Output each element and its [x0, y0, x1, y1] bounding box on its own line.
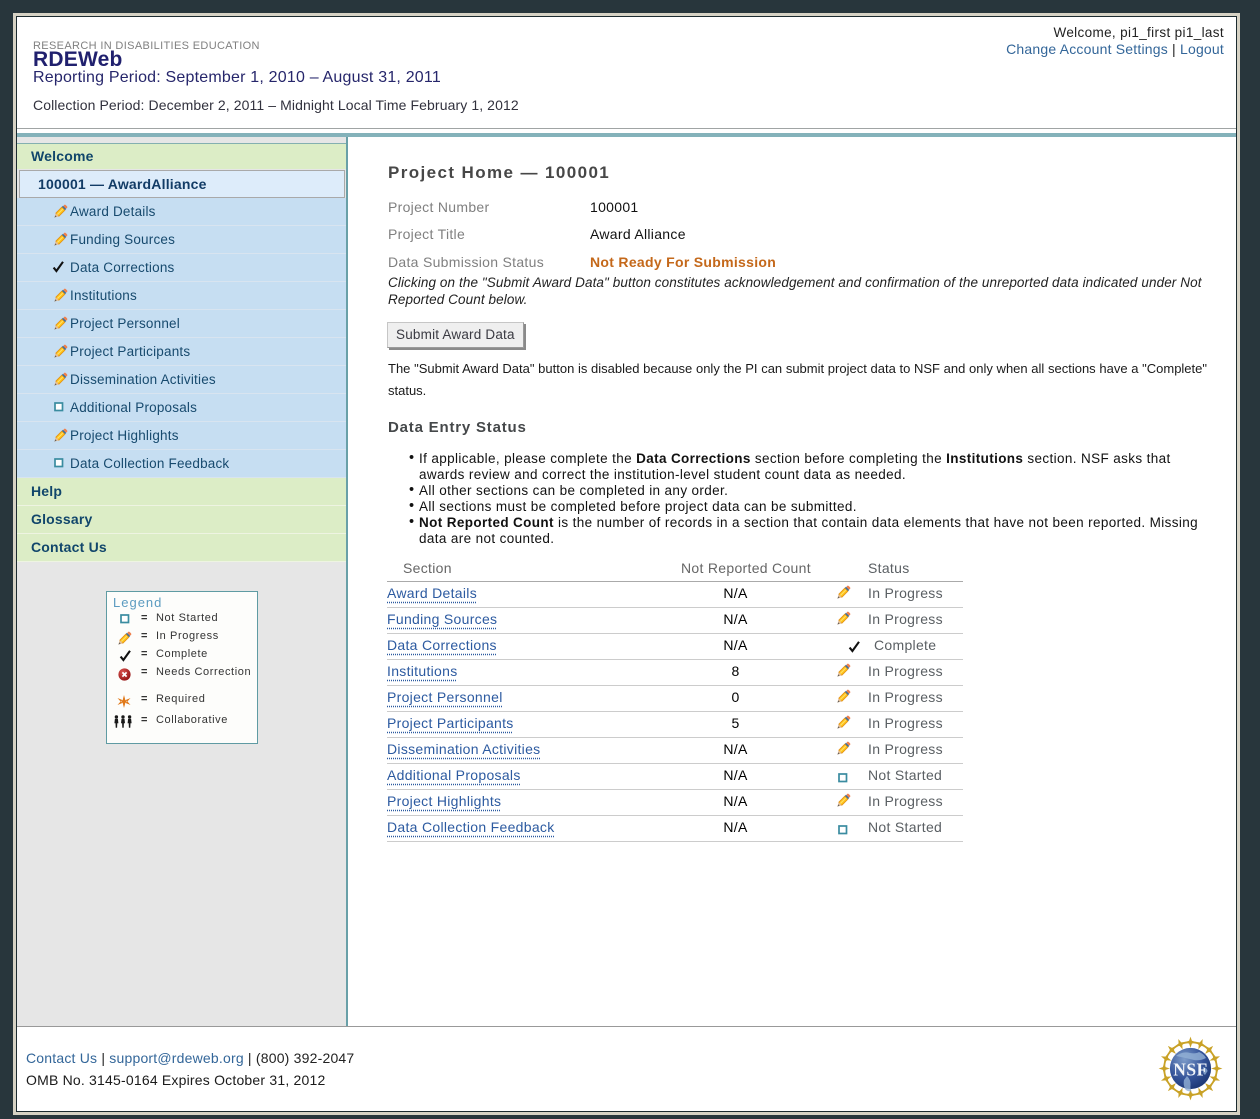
- svg-text:NSF: NSF: [1173, 1060, 1208, 1080]
